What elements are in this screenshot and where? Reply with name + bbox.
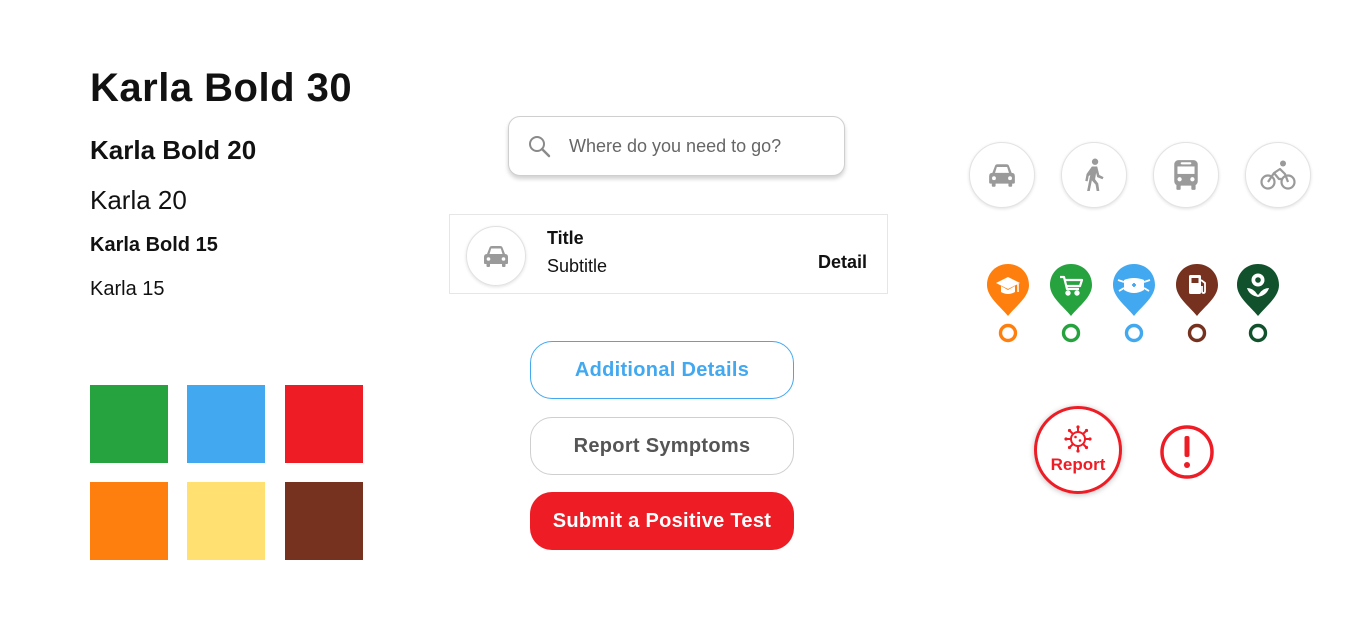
swatch-blue — [187, 385, 265, 463]
bus-icon — [1174, 160, 1198, 190]
transport-bus-button[interactable] — [1153, 142, 1219, 208]
search-icon — [529, 136, 551, 158]
additional-details-button[interactable]: Additional Details — [530, 341, 794, 399]
list-item-icon-circle — [466, 226, 526, 286]
park-pin[interactable] — [1236, 264, 1280, 344]
typography-sample-bold-15: Karla Bold 15 — [90, 234, 218, 256]
swatch-orange — [90, 482, 168, 560]
swatch-yellow — [187, 482, 265, 560]
walk-icon — [1085, 158, 1104, 191]
list-item[interactable]: Title Subtitle Detail — [449, 214, 888, 294]
report-button[interactable]: Report — [1034, 406, 1122, 494]
alert-icon[interactable] — [1160, 425, 1214, 479]
typography-sample-bold-20: Karla Bold 20 — [90, 135, 257, 165]
bike-icon — [1260, 160, 1296, 190]
search-bar[interactable] — [508, 116, 845, 176]
car-icon — [989, 164, 1015, 187]
list-item-subtitle: Subtitle — [547, 256, 608, 276]
typography-sample-bold-30: Karla Bold 30 — [90, 66, 353, 110]
swatch-green — [90, 385, 168, 463]
typography-sample-regular-15: Karla 15 — [90, 278, 165, 300]
grocery-pin[interactable] — [1049, 264, 1093, 344]
transport-walk-button[interactable] — [1061, 142, 1127, 208]
list-item-title: Title — [547, 228, 584, 248]
school-pin[interactable] — [986, 264, 1030, 344]
car-icon — [484, 246, 508, 267]
submit-positive-test-button[interactable]: Submit a Positive Test — [530, 492, 794, 550]
gas-pin[interactable] — [1175, 264, 1219, 344]
list-item-detail: Detail — [817, 252, 867, 272]
search-input[interactable] — [567, 134, 831, 158]
virus-icon — [1064, 425, 1092, 453]
transport-car-button[interactable] — [969, 142, 1035, 208]
swatch-red — [285, 385, 363, 463]
swatch-brown — [285, 482, 363, 560]
typography-sample-regular-20: Karla 20 — [90, 185, 187, 215]
health-pin[interactable] — [1112, 264, 1156, 344]
report-symptoms-button[interactable]: Report Symptoms — [530, 417, 794, 475]
transport-bike-button[interactable] — [1245, 142, 1311, 208]
report-button-label: Report — [1050, 455, 1106, 474]
